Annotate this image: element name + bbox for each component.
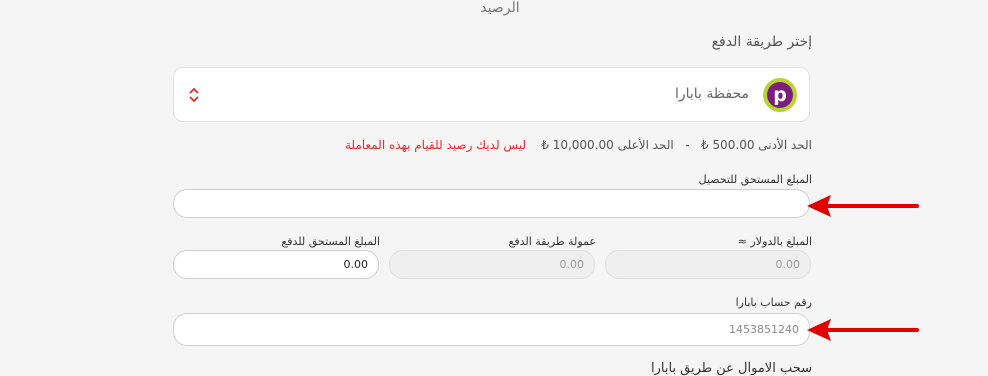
annotation-arrow-icon bbox=[807, 195, 919, 217]
annotation-arrow-icon bbox=[807, 319, 919, 341]
commission-input[interactable]: 0.00 bbox=[389, 250, 595, 279]
insufficient-balance-error: ليس لديك رصيد للقيام بهذه المعاملة bbox=[344, 138, 526, 152]
chevron-updown-icon bbox=[189, 87, 199, 103]
payable-amount-label: المبلغ المستحق للدفع bbox=[281, 235, 380, 248]
payment-method-select[interactable]: p محفظة بابارا bbox=[173, 67, 810, 122]
papara-logo-icon: p bbox=[763, 78, 797, 112]
account-number-label: رقم حساب بابارا bbox=[735, 296, 812, 309]
min-limit: الحد الأدنى 500.00 ₺ bbox=[701, 138, 812, 152]
balance-label: الرصيد bbox=[480, 0, 520, 16]
usd-amount-input[interactable]: 0.00 bbox=[605, 250, 811, 279]
amount-due-label: المبلغ المستحق للتحصيل bbox=[698, 173, 812, 186]
account-number-input[interactable]: 1453851240 bbox=[173, 313, 810, 346]
commission-label: عمولة طريقة الدفع bbox=[508, 235, 597, 248]
limit-separator: - bbox=[685, 138, 690, 152]
max-limit: الحد الأعلى 10,000.00 ₺ bbox=[541, 138, 674, 152]
usd-amount-label: المبلغ بالدولار ≈ bbox=[737, 235, 812, 248]
selected-wallet-name: محفظة بابارا bbox=[674, 86, 749, 102]
limits-info: الحد الأدنى 500.00 ₺ - الحد الأعلى 10,00… bbox=[345, 138, 812, 152]
payable-amount-input[interactable]: 0.00 bbox=[173, 250, 379, 279]
payment-method-title: إختر طريقة الدفع bbox=[711, 34, 812, 50]
amount-due-input[interactable] bbox=[173, 189, 810, 218]
withdraw-heading-partial: سحب الاموال عن طريق بابارا bbox=[650, 361, 812, 376]
